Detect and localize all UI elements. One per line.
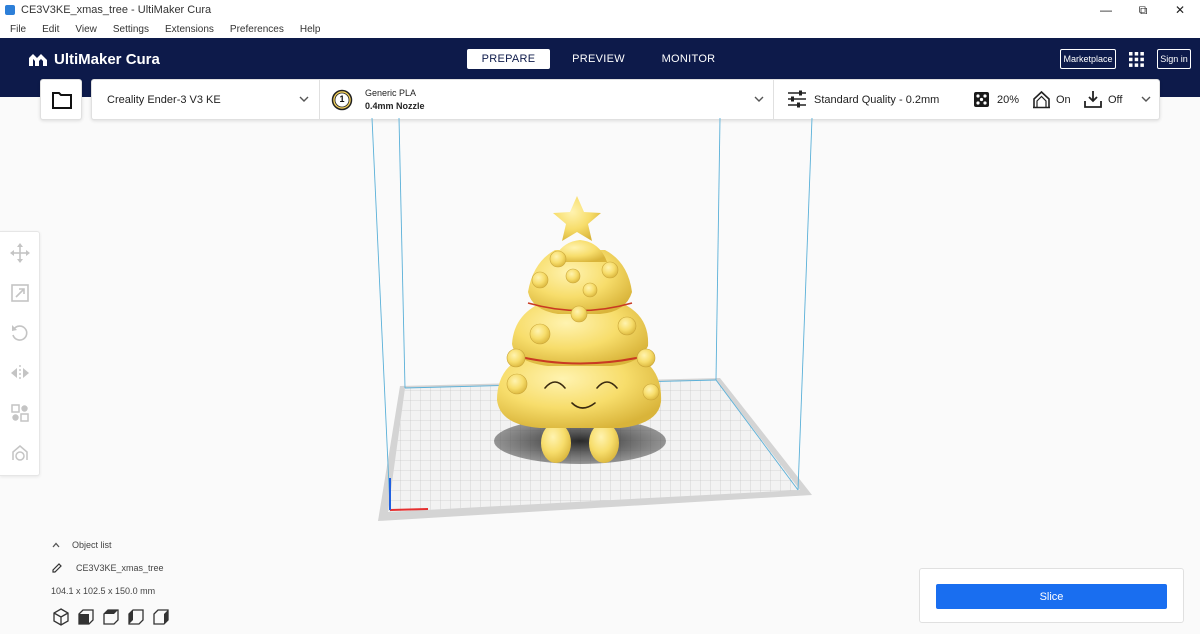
- app-logo: UltiMaker Cura: [28, 51, 160, 68]
- tool-panel: [0, 231, 40, 476]
- menu-extensions[interactable]: Extensions: [159, 24, 220, 35]
- 3d-view-icon[interactable]: [52, 608, 70, 626]
- camera-view-buttons: [52, 608, 170, 626]
- object-name: CE3V3KE_xmas_tree: [76, 563, 164, 573]
- move-icon[interactable]: [10, 243, 30, 263]
- apps-grid-icon[interactable]: [1129, 52, 1144, 72]
- minimize-button[interactable]: —: [1089, 0, 1123, 20]
- menu-view[interactable]: View: [69, 24, 103, 35]
- object-list-toggle[interactable]: Object list: [52, 540, 112, 550]
- pencil-icon: [52, 563, 62, 573]
- object-dimensions: 104.1 x 102.5 x 150.0 mm: [51, 586, 156, 596]
- app-icon: [5, 5, 15, 15]
- scale-icon[interactable]: [10, 283, 30, 303]
- tab-monitor[interactable]: MONITOR: [647, 49, 730, 69]
- mirror-icon[interactable]: [10, 363, 30, 383]
- right-view-icon[interactable]: [152, 608, 170, 626]
- window-titlebar: CE3V3KE_xmas_tree - UltiMaker Cura — ⧉ ✕: [0, 0, 1200, 20]
- close-button[interactable]: ✕: [1163, 0, 1197, 20]
- window-title: CE3V3KE_xmas_tree - UltiMaker Cura: [21, 4, 212, 16]
- top-view-icon[interactable]: [102, 608, 120, 626]
- menu-edit[interactable]: Edit: [36, 24, 65, 35]
- menu-settings[interactable]: Settings: [107, 24, 155, 35]
- support-blocker-icon[interactable]: [10, 443, 30, 463]
- object-name-row[interactable]: CE3V3KE_xmas_tree: [52, 563, 164, 573]
- per-model-settings-icon[interactable]: [10, 403, 30, 423]
- tab-prepare[interactable]: PREPARE: [467, 49, 550, 69]
- slice-panel: Slice: [919, 568, 1184, 623]
- front-view-icon[interactable]: [77, 608, 95, 626]
- menu-file[interactable]: File: [4, 24, 32, 35]
- left-view-icon[interactable]: [127, 608, 145, 626]
- object-list-label: Object list: [72, 540, 112, 550]
- ultimaker-logo-icon: [29, 53, 47, 66]
- menu-bar: File Edit View Settings Extensions Prefe…: [0, 20, 1200, 38]
- x-axis-indicator: [389, 508, 429, 511]
- menu-preferences[interactable]: Preferences: [224, 24, 290, 35]
- sign-in-button[interactable]: Sign in: [1157, 49, 1191, 69]
- menu-help[interactable]: Help: [294, 24, 327, 35]
- rotate-icon[interactable]: [10, 323, 30, 343]
- app-name: UltiMaker Cura: [54, 51, 160, 68]
- tab-preview[interactable]: PREVIEW: [557, 49, 640, 69]
- marketplace-button[interactable]: Marketplace: [1060, 49, 1116, 69]
- chevron-up-icon: [52, 542, 60, 548]
- 3d-viewport[interactable]: [0, 97, 1200, 634]
- restore-button[interactable]: ⧉: [1126, 0, 1160, 20]
- slice-button[interactable]: Slice: [936, 584, 1167, 609]
